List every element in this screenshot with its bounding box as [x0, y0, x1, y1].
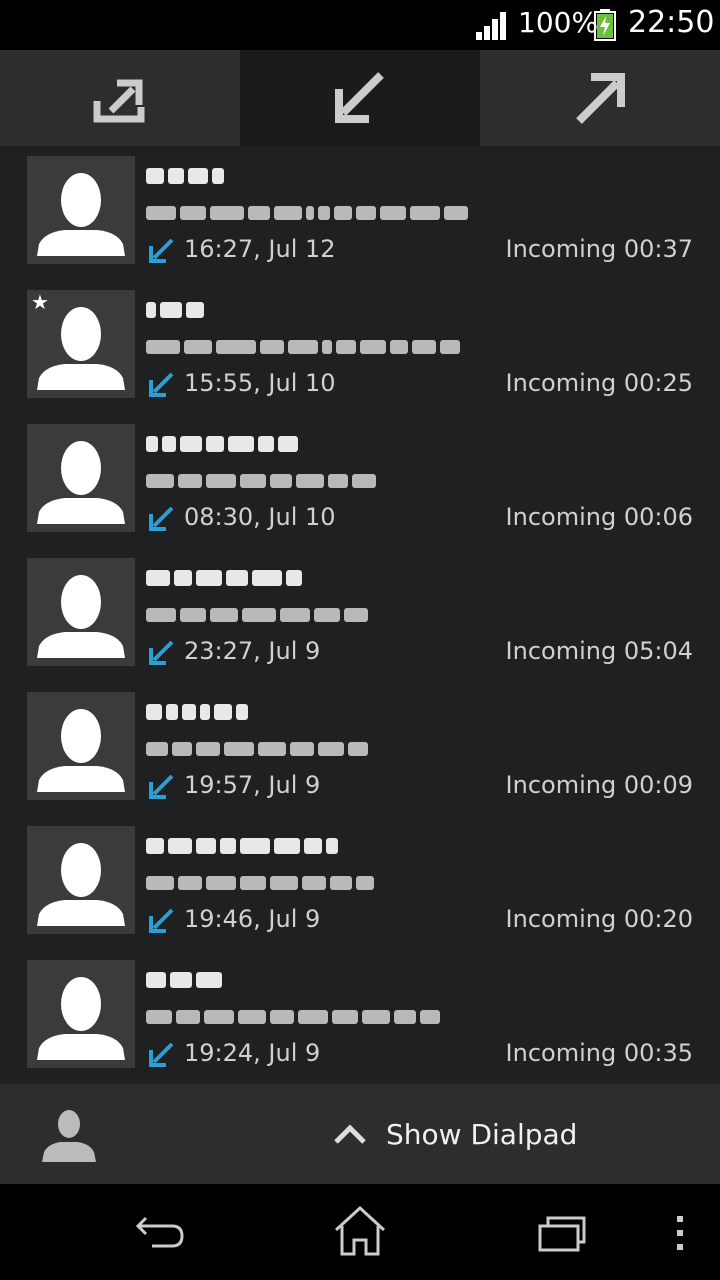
call-timestamp: 08:30, Jul 10: [184, 503, 336, 531]
system-navigation-bar: [0, 1184, 720, 1280]
call-timestamp: 19:24, Jul 9: [184, 1039, 321, 1067]
battery-percent: 100%: [518, 6, 599, 39]
call-log-row[interactable]: ★ 15:55, Jul 10 Incoming 00:25: [0, 280, 720, 414]
call-duration-status: Incoming 00:37: [505, 235, 693, 263]
chevron-up-icon: [334, 1124, 366, 1144]
favorite-star-icon: ★: [31, 290, 49, 314]
call-duration-status: Incoming 00:09: [505, 771, 693, 799]
call-log-tabs: [0, 50, 720, 146]
contact-number-redacted: [146, 334, 460, 360]
default-contact-icon: [37, 977, 125, 1060]
show-dialpad-button[interactable]: Show Dialpad: [330, 1106, 577, 1162]
call-timestamp: 19:46, Jul 9: [184, 905, 321, 933]
show-dialpad-label: Show Dialpad: [386, 1117, 578, 1151]
contact-name-redacted: [146, 428, 298, 460]
status-bar: 100% 22:50: [0, 0, 720, 50]
home-icon: [334, 1205, 386, 1256]
default-contact-icon: [37, 441, 125, 524]
incoming-call-type-icon: [149, 506, 174, 531]
default-contact-icon: [37, 173, 125, 256]
contact-avatar[interactable]: [27, 156, 135, 264]
incoming-call-type-icon: [149, 774, 174, 799]
contact-name-redacted: [146, 830, 338, 862]
menu-button[interactable]: [650, 1202, 710, 1262]
overflow-menu-icon: [677, 1216, 683, 1250]
contact-number-redacted: [146, 602, 368, 628]
call-timestamp: 23:27, Jul 9: [184, 637, 321, 665]
tab-all-calls[interactable]: [0, 50, 240, 146]
contact-avatar[interactable]: [27, 558, 135, 666]
recent-apps-button[interactable]: [532, 1202, 592, 1262]
call-log-row[interactable]: 19:57, Jul 9 Incoming 00:09: [0, 682, 720, 816]
contact-avatar[interactable]: [27, 960, 135, 1068]
recent-apps-icon: [538, 1216, 586, 1252]
home-button[interactable]: [330, 1202, 390, 1262]
call-timestamp: 16:27, Jul 12: [184, 235, 336, 263]
outgoing-call-icon: [576, 73, 625, 124]
contact-number-redacted: [146, 468, 376, 494]
tab-outgoing-calls[interactable]: [480, 50, 720, 146]
call-log-list[interactable]: 16:27, Jul 12 Incoming 00:37 ★ 15:55, Ju…: [0, 146, 720, 1084]
bottom-action-bar: Show Dialpad: [0, 1084, 720, 1184]
contact-name-redacted: [146, 964, 222, 996]
tab-incoming-calls[interactable]: [240, 50, 480, 146]
call-log-row[interactable]: 19:24, Jul 9 Incoming 00:35: [0, 950, 720, 1084]
default-contact-icon: [37, 709, 125, 792]
contact-avatar[interactable]: [27, 826, 135, 934]
incoming-call-type-icon: [149, 372, 174, 397]
call-duration-status: Incoming 00:25: [505, 369, 693, 397]
incoming-call-icon: [335, 72, 384, 123]
call-duration-status: Incoming 00:20: [505, 905, 693, 933]
call-log-all-icon: [93, 79, 145, 123]
call-timestamp: 15:55, Jul 10: [184, 369, 336, 397]
contact-number-redacted: [146, 1004, 440, 1030]
battery-charging-icon: [594, 9, 616, 41]
call-log-row[interactable]: 19:46, Jul 9 Incoming 00:20: [0, 816, 720, 950]
call-log-row[interactable]: 16:27, Jul 12 Incoming 00:37: [0, 146, 720, 280]
contact-name-redacted: [146, 696, 248, 728]
signal-bars-icon: [476, 12, 506, 40]
contact-name-redacted: [146, 160, 224, 192]
incoming-call-type-icon: [149, 238, 174, 263]
contact-avatar[interactable]: ★: [27, 290, 135, 398]
call-duration-status: Incoming 00:06: [505, 503, 693, 531]
contact-name-redacted: [146, 562, 302, 594]
incoming-call-type-icon: [149, 908, 174, 933]
contact-avatar[interactable]: [27, 424, 135, 532]
default-contact-icon: [37, 843, 125, 926]
contact-number-redacted: [146, 870, 374, 896]
contact-number-redacted: [146, 736, 368, 762]
call-timestamp: 19:57, Jul 9: [184, 771, 321, 799]
contact-name-redacted: [146, 294, 204, 326]
incoming-call-type-icon: [149, 640, 174, 665]
contacts-icon[interactable]: [38, 1104, 100, 1166]
clock: 22:50: [628, 5, 715, 40]
call-duration-status: Incoming 05:04: [505, 637, 693, 665]
contact-number-redacted: [146, 200, 468, 226]
contact-avatar[interactable]: [27, 692, 135, 800]
back-icon: [135, 1216, 184, 1248]
call-log-row[interactable]: 23:27, Jul 9 Incoming 05:04: [0, 548, 720, 682]
call-log-row[interactable]: 08:30, Jul 10 Incoming 00:06: [0, 414, 720, 548]
back-button[interactable]: [130, 1202, 190, 1262]
call-duration-status: Incoming 00:35: [505, 1039, 693, 1067]
default-contact-icon: [37, 575, 125, 658]
incoming-call-type-icon: [149, 1042, 174, 1067]
